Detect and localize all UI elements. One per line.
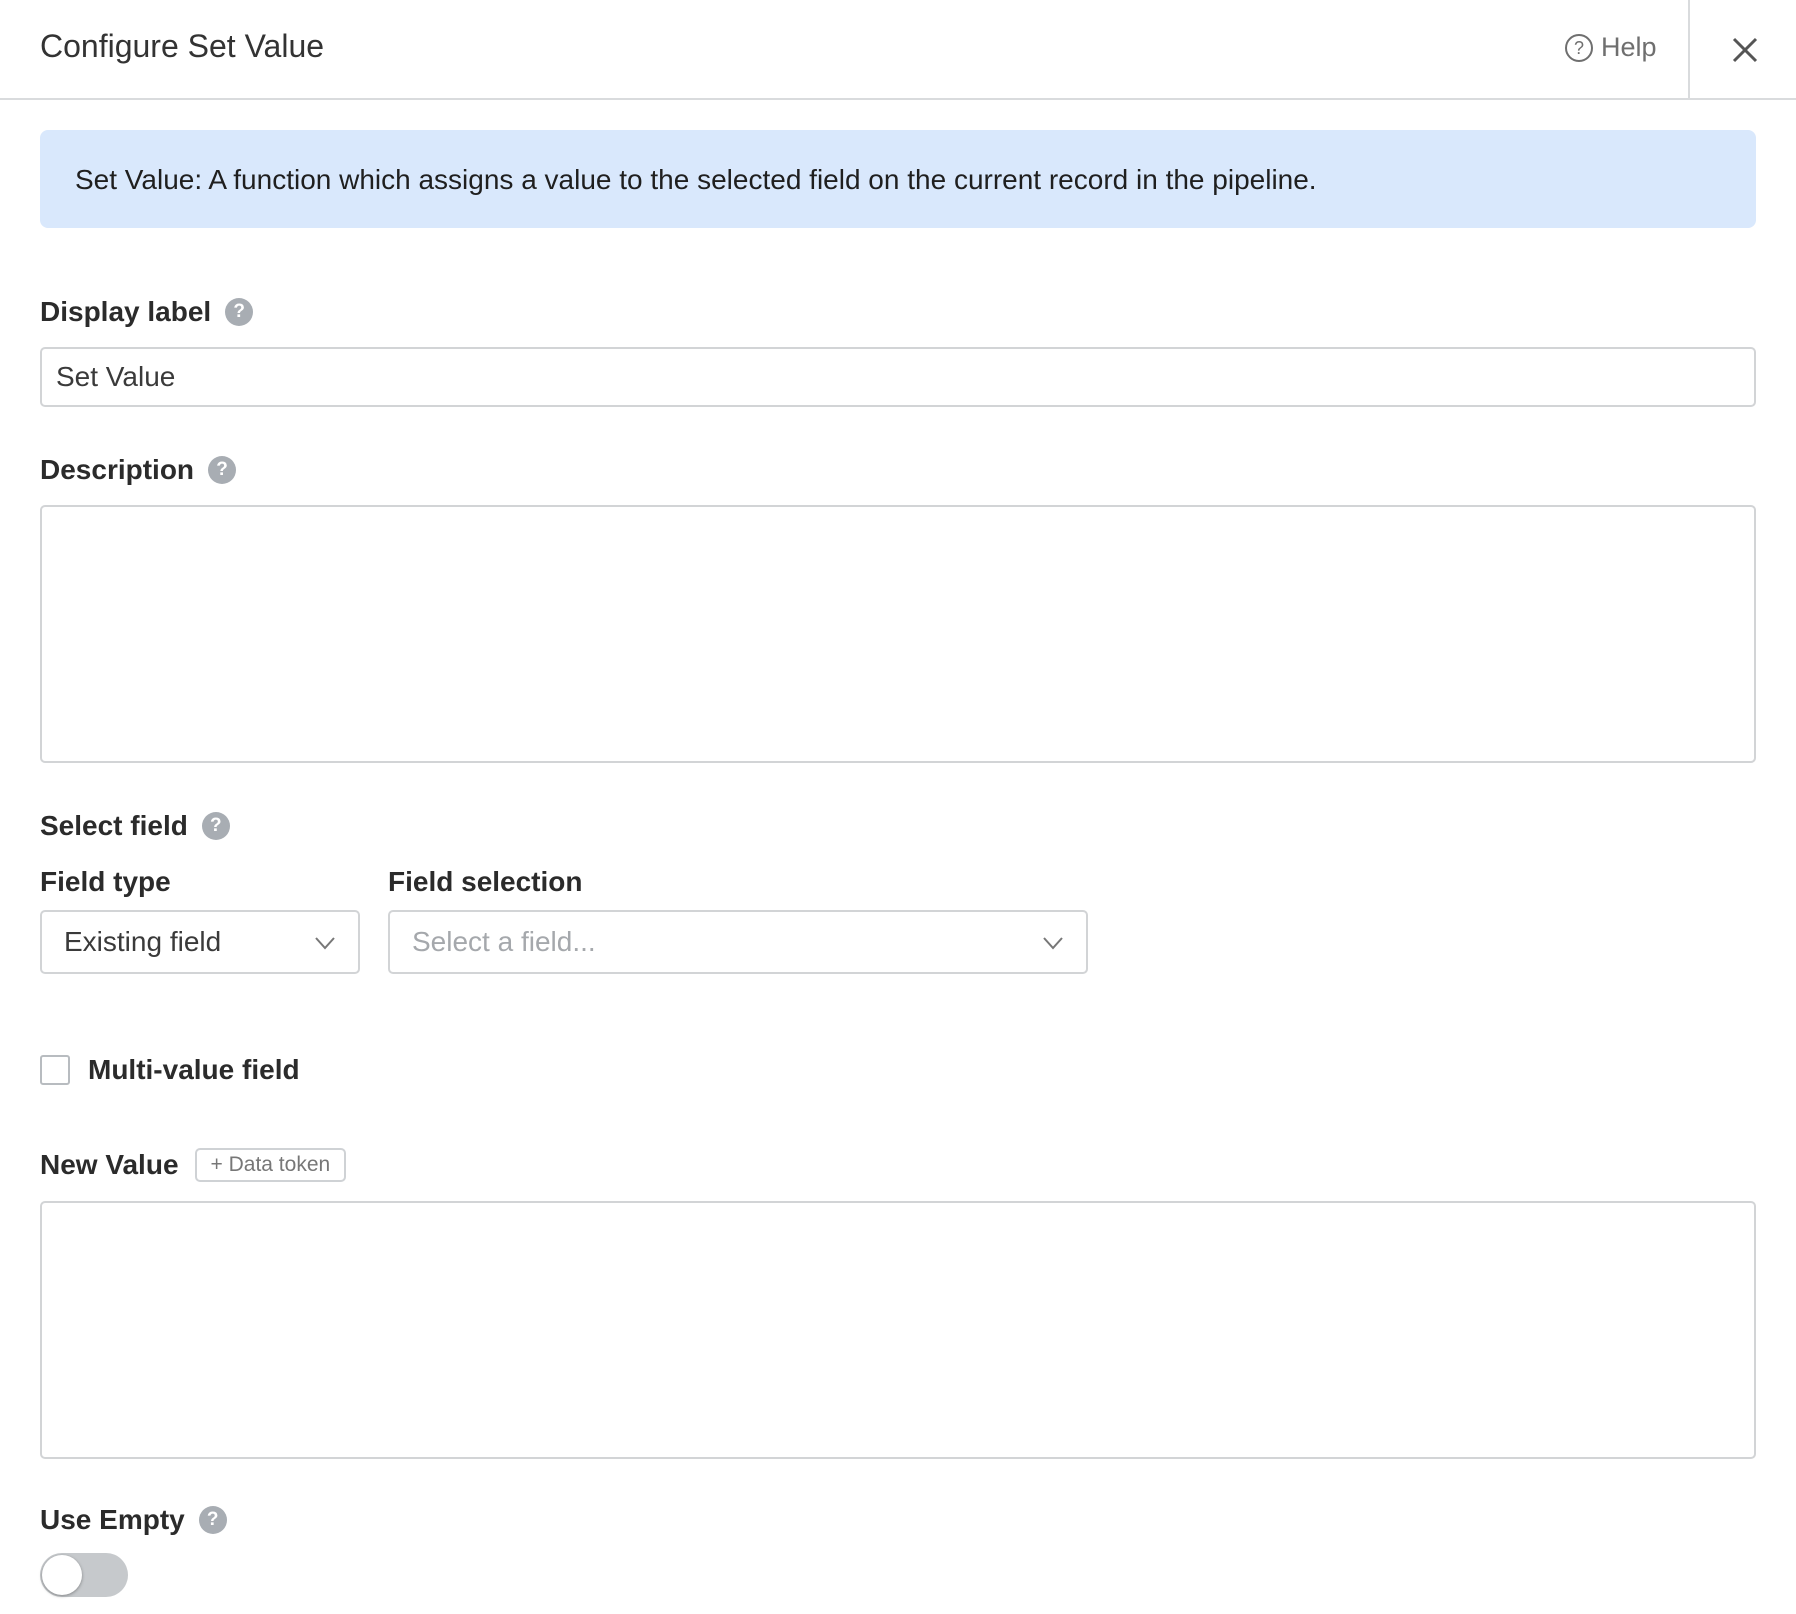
info-banner: Set Value: A function which assigns a va…	[40, 130, 1756, 228]
description-textarea[interactable]	[40, 505, 1756, 763]
dialog-header: Configure Set Value ? Help	[0, 0, 1796, 100]
field-selection-select[interactable]: Select a field...	[388, 910, 1088, 974]
select-field-heading: Select field ?	[40, 810, 230, 842]
field-type-label: Field type	[40, 866, 171, 897]
help-button[interactable]: ? Help	[1565, 32, 1657, 63]
field-selection-label: Field selection	[388, 866, 583, 897]
help-label: Help	[1601, 32, 1657, 62]
field-type-select[interactable]: Existing field	[40, 910, 360, 974]
toggle-knob	[42, 1555, 82, 1595]
use-empty-heading: Use Empty ?	[40, 1504, 227, 1536]
display-label-text: Display label	[40, 296, 212, 327]
description-text: Description	[40, 454, 195, 485]
display-label-heading: Display label ?	[40, 296, 254, 328]
use-empty-toggle[interactable]	[40, 1553, 128, 1597]
display-label-help-icon[interactable]: ?	[225, 298, 254, 326]
description-heading: Description ?	[40, 454, 237, 486]
new-value-textarea[interactable]	[40, 1201, 1756, 1459]
chevron-down-icon	[315, 937, 335, 950]
use-empty-help-icon[interactable]: ?	[198, 1506, 227, 1534]
display-label-input[interactable]	[40, 347, 1756, 407]
help-circle-icon: ?	[1565, 33, 1593, 62]
header-divider	[1688, 0, 1690, 100]
multi-value-label: Multi-value field	[88, 1054, 300, 1085]
dialog-title: Configure Set Value	[40, 28, 325, 64]
select-field-text: Select field	[40, 810, 188, 841]
chevron-down-icon	[1043, 937, 1063, 950]
field-type-value: Existing field	[64, 926, 222, 957]
multi-value-checkbox[interactable]	[40, 1055, 70, 1085]
select-field-help-icon[interactable]: ?	[201, 812, 230, 840]
description-help-icon[interactable]: ?	[208, 456, 237, 484]
data-token-button[interactable]: + Data token	[194, 1148, 347, 1182]
close-icon	[1732, 37, 1758, 63]
use-empty-text: Use Empty	[40, 1504, 185, 1535]
field-selection-placeholder: Select a field...	[412, 926, 596, 957]
close-button[interactable]	[1720, 25, 1770, 75]
new-value-text: New Value	[40, 1149, 179, 1180]
new-value-heading: New Value + Data token	[40, 1148, 347, 1182]
